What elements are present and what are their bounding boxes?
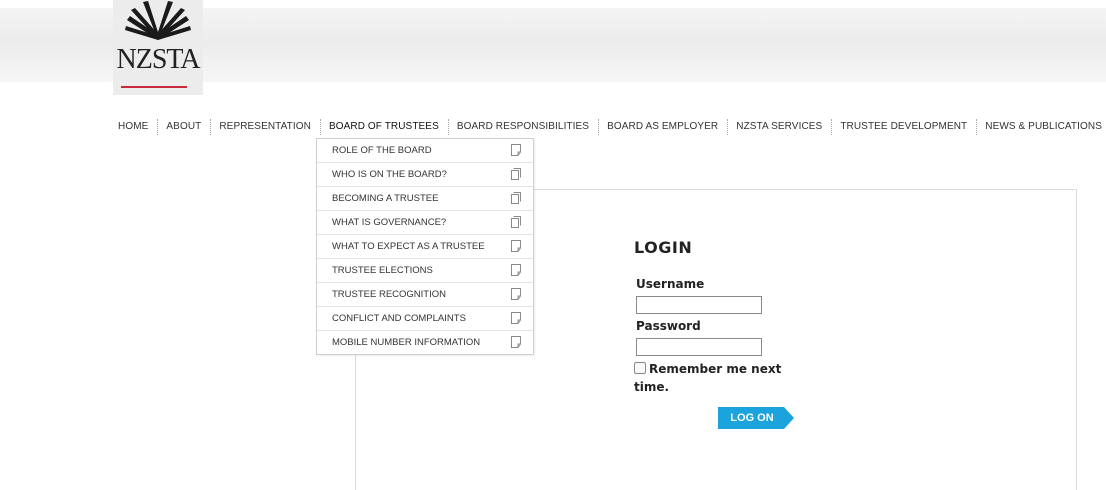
nav-home[interactable]: HOME [109, 116, 157, 138]
board-of-trustees-dropdown: ROLE OF THE BOARD WHO IS ON THE BOARD? B… [316, 138, 534, 355]
dropdown-item-conflict-and-complaints[interactable]: CONFLICT AND COMPLAINTS [317, 307, 533, 331]
nav-board-responsibilities[interactable]: BOARD RESPONSIBILITIES [447, 116, 598, 138]
page-icon [511, 144, 521, 156]
dropdown-item-who-is-on-the-board[interactable]: WHO IS ON THE BOARD? [317, 163, 533, 187]
remember-me[interactable]: Remember me next time. [634, 360, 794, 396]
nav-board-as-employer[interactable]: BOARD AS EMPLOYER [598, 116, 727, 138]
password-input[interactable] [636, 338, 762, 356]
remember-me-label: Remember me next time. [634, 362, 782, 394]
dropdown-item-label: CONFLICT AND COMPLAINTS [332, 313, 466, 324]
page-icon [511, 264, 521, 276]
dropdown-item-what-to-expect-as-a-trustee[interactable]: WHAT TO EXPECT AS A TRUSTEE [317, 235, 533, 259]
dropdown-item-label: WHAT IS GOVERNANCE? [332, 217, 447, 228]
login-title: LOGIN [634, 238, 693, 257]
dropdown-item-trustee-elections[interactable]: TRUSTEE ELECTIONS [317, 259, 533, 283]
pages-icon [511, 192, 521, 204]
dropdown-item-label: MOBILE NUMBER INFORMATION [332, 337, 481, 348]
page-icon [511, 336, 521, 348]
nav-representation[interactable]: REPRESENTATION [210, 116, 320, 138]
page-icon [511, 240, 521, 252]
dropdown-item-mobile-number-information[interactable]: MOBILE NUMBER INFORMATION [317, 331, 533, 354]
nav-board-of-trustees[interactable]: BOARD OF TRUSTEES [319, 116, 448, 138]
pages-icon [511, 216, 521, 228]
dropdown-item-role-of-the-board[interactable]: ROLE OF THE BOARD [317, 139, 533, 163]
dropdown-item-what-is-governance[interactable]: WHAT IS GOVERNANCE? [317, 211, 533, 235]
dropdown-item-becoming-a-trustee[interactable]: BECOMING A TRUSTEE [317, 187, 533, 211]
log-on-button[interactable]: LOG ON [718, 407, 794, 429]
dropdown-item-label: WHAT TO EXPECT AS A TRUSTEE [332, 241, 485, 252]
dropdown-item-label: WHO IS ON THE BOARD? [332, 169, 447, 180]
book-icon [125, 1, 191, 40]
dropdown-item-label: TRUSTEE ELECTIONS [332, 265, 433, 276]
site-logo[interactable]: NZSTA [113, 0, 203, 95]
nav-trustee-development[interactable]: TRUSTEE DEVELOPMENT [831, 116, 976, 138]
username-label: Username [636, 277, 705, 291]
remember-me-checkbox[interactable] [634, 362, 646, 374]
password-label: Password [636, 319, 701, 333]
log-on-label: LOG ON [730, 412, 774, 424]
dropdown-item-label: BECOMING A TRUSTEE [332, 193, 439, 204]
dropdown-item-label: TRUSTEE RECOGNITION [332, 289, 447, 300]
page-icon [511, 288, 521, 300]
page-icon [511, 312, 521, 324]
logo-text: NZSTA [116, 44, 201, 75]
pages-icon [511, 168, 521, 180]
username-input[interactable] [636, 296, 762, 314]
dropdown-item-label: ROLE OF THE BOARD [332, 145, 432, 156]
nav-news-publications[interactable]: NEWS & PUBLICATIONS [976, 116, 1106, 138]
dropdown-item-trustee-recognition[interactable]: TRUSTEE RECOGNITION [317, 283, 533, 307]
nav-nzsta-services[interactable]: NZSTA SERVICES [727, 116, 831, 138]
nav-about[interactable]: ABOUT [157, 116, 210, 138]
main-nav: HOME ABOUT REPRESENTATION BOARD OF TRUST… [109, 116, 1106, 138]
logo-underline [121, 86, 187, 88]
